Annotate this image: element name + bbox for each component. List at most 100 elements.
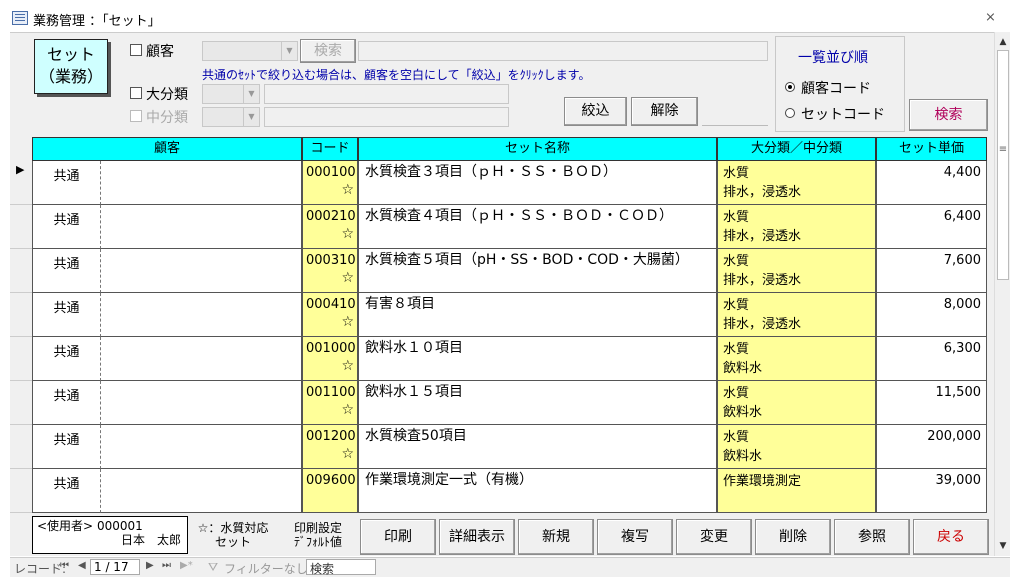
customer-cell[interactable]: 共通 [32,293,100,337]
new-button[interactable]: 新規 [518,519,594,555]
filter-status[interactable]: フィルターなし [224,560,308,577]
edit-button[interactable]: 変更 [676,519,752,555]
detail-button[interactable]: 詳細表示 [439,519,515,555]
record-selector[interactable] [10,469,32,513]
major-category-value: 水質 [723,210,750,225]
nav-search-input[interactable]: 検索 [306,559,376,576]
code-cell[interactable]: 000100 ☆ [302,161,358,205]
set-name-cell[interactable]: 有害８項目 [358,293,717,337]
customer-search-button[interactable]: 検索 [300,39,356,63]
category-cell[interactable]: 水質 排水，浸透水 [717,293,876,337]
chevron-down-icon[interactable]: ▼ [243,85,259,103]
back-button[interactable]: 戻る [913,519,989,555]
set-name-cell[interactable]: 水質検査５項目（pH・SS・BOD・COD・大腸菌） [358,249,717,293]
middle-category-combo[interactable]: ▼ [202,107,260,127]
new-record-icon[interactable]: ▶* [180,560,193,571]
customer-cell[interactable]: 共通 [32,161,100,205]
code-cell[interactable]: 000310 ☆ [302,249,358,293]
price-cell[interactable]: 200,000 [876,425,987,469]
customer-name-cell[interactable] [100,161,302,205]
print-default-setting[interactable]: 印刷設定 ﾃﾞﾌｫﾙﾄ値 [280,521,356,549]
category-cell[interactable]: 水質 排水，浸透水 [717,205,876,249]
code-cell[interactable]: 001100 ☆ [302,381,358,425]
code-cell[interactable]: 009600 [302,469,358,513]
record-selector[interactable] [10,381,32,425]
record-selector[interactable] [10,293,32,337]
print-button[interactable]: 印刷 [360,519,436,555]
delete-button[interactable]: 削除 [755,519,831,555]
print-setting-line1: 印刷設定 [293,521,342,535]
customer-name-cell[interactable] [100,293,302,337]
code-cell[interactable]: 000410 ☆ [302,293,358,337]
scroll-thumb[interactable] [997,50,1009,280]
customer-cell[interactable]: 共通 [32,249,100,293]
customer-cell[interactable]: 共通 [32,425,100,469]
category-cell[interactable]: 水質 排水，浸透水 [717,249,876,293]
price-cell[interactable]: 11,500 [876,381,987,425]
clear-filter-button[interactable]: 解除 [631,97,698,126]
category-cell[interactable]: 水質 飲料水 [717,381,876,425]
customer-cell[interactable]: 共通 [32,381,100,425]
customer-cell[interactable]: 共通 [32,337,100,381]
customer-cell[interactable]: 共通 [32,469,100,513]
record-selector[interactable] [10,249,32,293]
set-name-cell[interactable]: 水質検査50項目 [358,425,717,469]
prev-record-icon[interactable]: ◀ [78,560,86,571]
set-name-cell[interactable]: 飲料水１０項目 [358,337,717,381]
price-cell[interactable]: 39,000 [876,469,987,513]
code-cell[interactable]: 001200 ☆ [302,425,358,469]
chevron-down-icon[interactable]: ▼ [243,108,259,126]
customer-combo[interactable]: ▼ [202,41,298,61]
sort-customer-radio[interactable] [785,82,795,92]
price-cell[interactable]: 7,600 [876,249,987,293]
star-icon: ☆ [341,446,354,462]
search-button[interactable]: 検索 [909,99,988,131]
price-cell[interactable]: 6,300 [876,337,987,381]
chevron-down-icon[interactable]: ▼ [281,42,297,60]
record-position[interactable]: 1 / 17 [90,559,140,575]
category-cell[interactable]: 水質 飲料水 [717,425,876,469]
first-record-icon[interactable]: ⏮ [60,560,69,571]
record-selector[interactable] [10,205,32,249]
customer-filter-checkbox[interactable] [130,44,142,56]
customer-name-cell[interactable] [100,205,302,249]
category-cell[interactable]: 水質 飲料水 [717,337,876,381]
set-name-cell[interactable]: 水質検査４項目（ｐＨ・ＳＳ・ＢＯＤ・ＣＯＤ） [358,205,717,249]
code-cell[interactable]: 000210 ☆ [302,205,358,249]
scroll-down-icon[interactable]: ▼ [995,538,1011,554]
price-cell[interactable]: 4,400 [876,161,987,205]
customer-filter-label: 顧客 [146,44,174,60]
set-name-cell[interactable]: 作業環境測定一式（有機） [358,469,717,513]
category-cell[interactable]: 作業環境測定 [717,469,876,513]
record-selector[interactable]: ▶ [10,161,32,205]
major-category-combo[interactable]: ▼ [202,84,260,104]
last-record-icon[interactable]: ⏭ [162,560,171,571]
record-selector[interactable] [10,337,32,381]
view-button[interactable]: 参照 [834,519,910,555]
scroll-up-icon[interactable]: ▲ [995,34,1011,50]
customer-name-cell[interactable] [100,381,302,425]
set-name-cell[interactable]: 飲料水１５項目 [358,381,717,425]
customer-name-cell[interactable] [100,425,302,469]
vertical-scrollbar[interactable]: ▲ ≡ ▼ [994,32,1010,556]
set-name-cell[interactable]: 水質検査３項目（ｐＨ・ＳＳ・ＢＯＤ） [358,161,717,205]
sort-set-radio[interactable] [785,108,795,118]
middle-category-checkbox[interactable] [130,110,142,122]
customer-cell[interactable]: 共通 [32,205,100,249]
narrow-button[interactable]: 絞込 [564,97,627,126]
customer-name-cell[interactable] [100,249,302,293]
window-title: 業務管理 ：「セット」 [33,14,161,29]
customer-name-field[interactable] [358,41,768,61]
next-record-icon[interactable]: ▶ [146,560,154,571]
price-cell[interactable]: 6,400 [876,205,987,249]
customer-name-cell[interactable] [100,469,302,513]
price-cell[interactable]: 8,000 [876,293,987,337]
code-cell[interactable]: 001000 ☆ [302,337,358,381]
logo-line2: （業務） [38,67,103,86]
customer-name-cell[interactable] [100,337,302,381]
category-cell[interactable]: 水質 排水，浸透水 [717,161,876,205]
copy-button[interactable]: 複写 [597,519,673,555]
close-icon[interactable]: ⨯ [985,10,996,25]
record-selector[interactable] [10,425,32,469]
major-category-checkbox[interactable] [130,87,142,99]
